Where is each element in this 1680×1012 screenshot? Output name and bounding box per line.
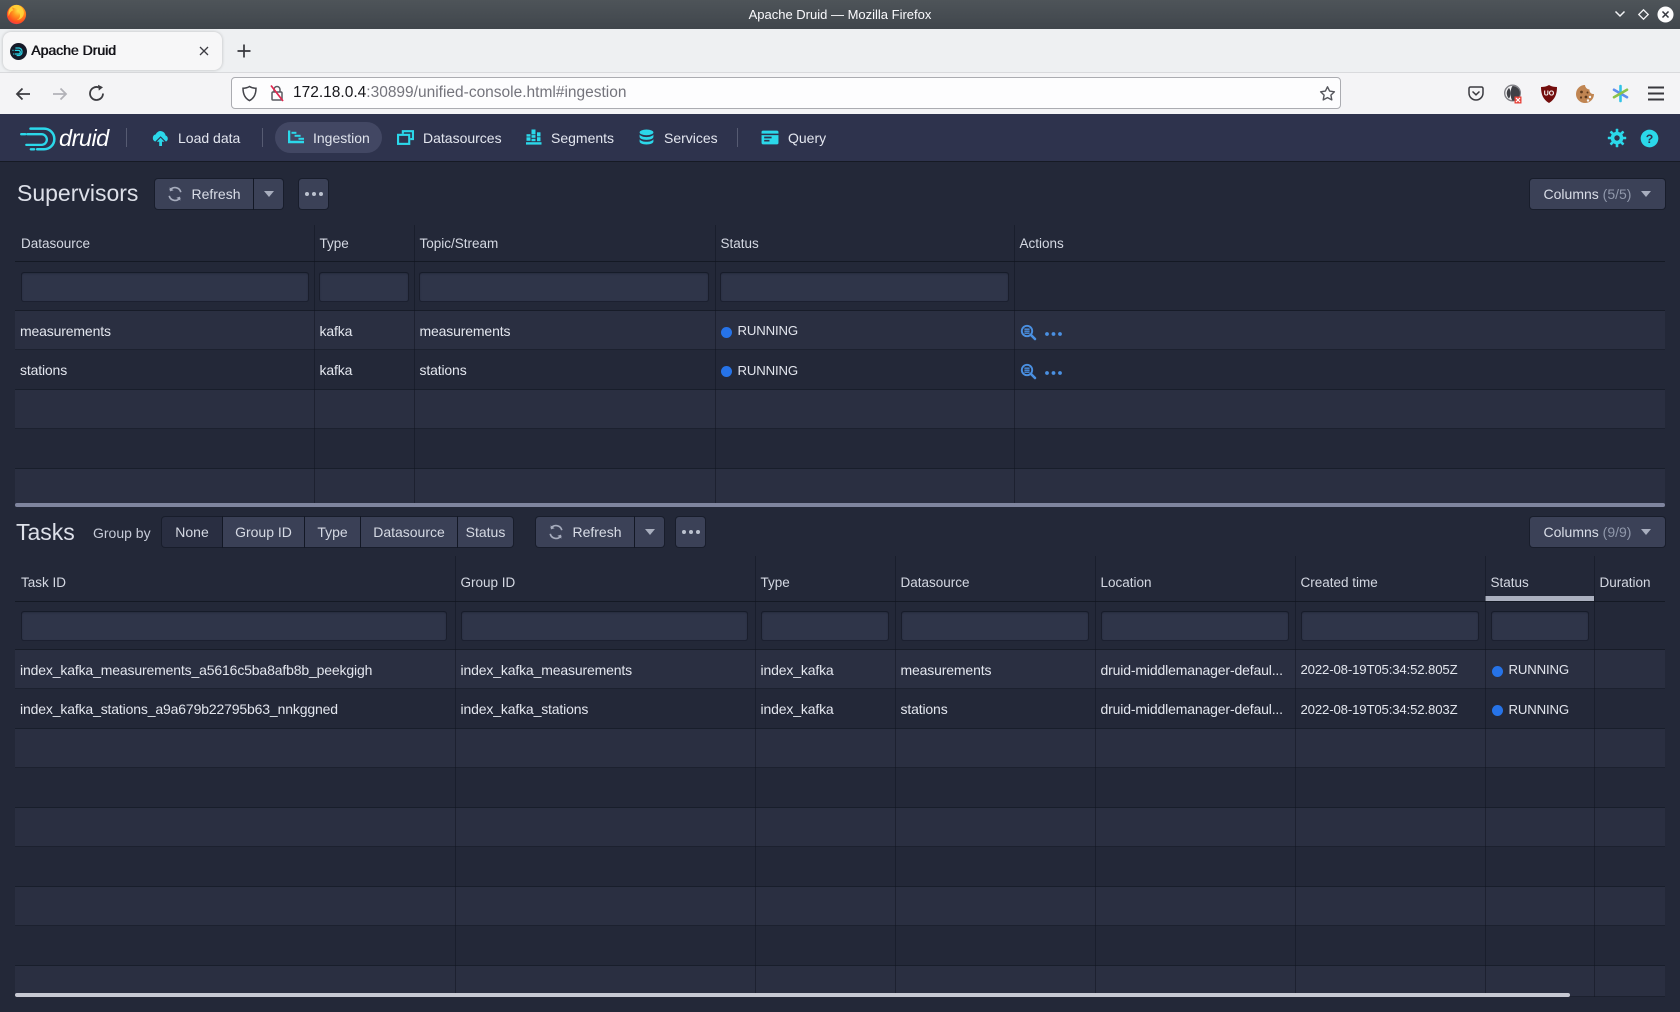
svg-text:?: ? [1646, 132, 1654, 146]
svg-text:UO: UO [1544, 91, 1555, 98]
